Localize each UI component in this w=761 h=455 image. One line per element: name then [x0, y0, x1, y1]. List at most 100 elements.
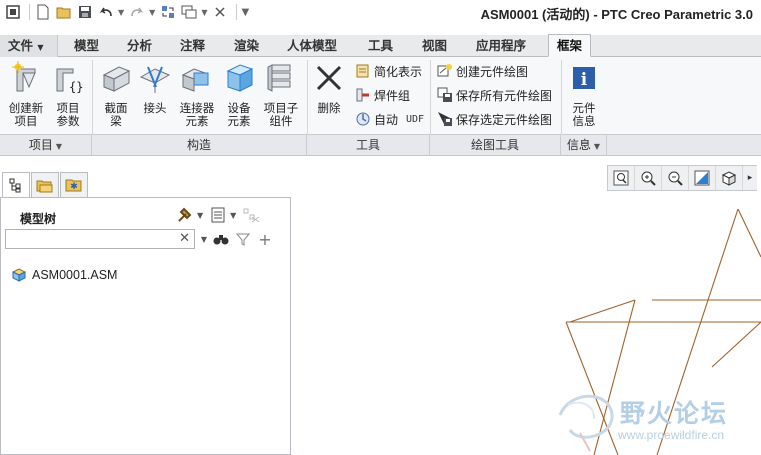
- tab-file[interactable]: 文件 ▼: [0, 35, 58, 57]
- assembly-icon: [12, 268, 26, 282]
- tab-folder-browser[interactable]: [31, 172, 59, 198]
- tree-columns-icon[interactable]: [207, 205, 229, 225]
- create-item-label: 项目: [14, 114, 38, 128]
- connector-icon: [181, 68, 209, 92]
- group-divider: [92, 60, 93, 135]
- tab-manikin[interactable]: 人体模型: [279, 35, 345, 57]
- tree-item-root[interactable]: ASM0001.ASM: [12, 266, 117, 284]
- favorites-icon: ✱: [65, 179, 82, 192]
- repaint-icon[interactable]: [689, 166, 716, 190]
- chevron-down-icon[interactable]: ▼: [230, 211, 236, 220]
- save-selected-drawings-label: 保存选定元件绘图: [456, 112, 553, 127]
- svg-text:✱: ✱: [70, 182, 78, 192]
- auto-udf-icon: [356, 112, 370, 126]
- undo-dropdown-icon[interactable]: ▼: [118, 8, 124, 17]
- datum-plane-edge: [711, 321, 761, 368]
- tab-applications[interactable]: 应用程序: [468, 35, 534, 57]
- app-menu-icon[interactable]: [4, 3, 22, 21]
- add-icon[interactable]: +: [254, 229, 276, 249]
- info-icon: i: [573, 67, 595, 90]
- joint-button[interactable]: 接头: [137, 59, 173, 115]
- chevron-down-icon[interactable]: ▼: [197, 211, 203, 220]
- view-toolbar-more-icon[interactable]: ▸: [743, 166, 757, 190]
- equipment-element-button[interactable]: 设备 元素: [220, 59, 258, 128]
- datum-plane-edge: [569, 299, 636, 323]
- redo-dropdown-icon[interactable]: ▼: [149, 8, 155, 17]
- delete-label: 删除: [317, 101, 341, 115]
- equipment-label: 元素: [227, 114, 251, 128]
- open-icon[interactable]: [55, 3, 73, 21]
- tab-tools[interactable]: 工具: [360, 35, 401, 57]
- save-icon[interactable]: [76, 3, 94, 21]
- item-subassembly-button[interactable]: 项目子 组件: [260, 59, 302, 128]
- udf-tag: UDF: [406, 113, 425, 125]
- chevron-down-icon: ▼: [593, 142, 601, 151]
- customize-toolbar-icon[interactable]: ▼: [241, 7, 249, 18]
- window-title: ASM0001 (活动的) - PTC Creo Parametric 3.0: [480, 7, 753, 22]
- auto-udf-label: 自动: [374, 112, 399, 127]
- ribbon-group-bar: 项目 ▼ 构造 工具 绘图工具 信息 ▼: [0, 135, 761, 156]
- tab-annotate[interactable]: 注释: [172, 35, 213, 57]
- regenerate-icon[interactable]: [159, 3, 177, 21]
- group-construct-label: 构造: [92, 135, 307, 156]
- simplify-rep-button[interactable]: 简化表示: [355, 61, 422, 81]
- zoom-out-icon[interactable]: [662, 166, 689, 190]
- tree-search-field[interactable]: ✕: [5, 229, 195, 249]
- tab-framework[interactable]: 框架: [548, 34, 592, 57]
- undo-icon[interactable]: [97, 3, 115, 21]
- create-component-drawing-button[interactable]: 创建元件绘图: [437, 61, 528, 81]
- watermark-url: www.proewildfire.cn: [618, 428, 725, 442]
- shading-cube-icon[interactable]: [716, 166, 743, 190]
- zoom-in-icon[interactable]: [635, 166, 662, 190]
- group-divider: [307, 60, 308, 135]
- new-icon[interactable]: [34, 3, 52, 21]
- windows-icon[interactable]: [180, 3, 198, 21]
- close-window-icon[interactable]: [211, 3, 229, 21]
- section-beam-label: 梁: [110, 114, 122, 128]
- chevron-down-icon: ▼: [55, 142, 63, 151]
- section-beam-icon: [102, 66, 131, 92]
- weld-group-icon: [356, 88, 369, 102]
- sub-item-label: 组件: [269, 114, 293, 128]
- section-beam-button[interactable]: 截面 梁: [97, 59, 135, 128]
- joint-icon: [139, 66, 171, 93]
- clear-icon[interactable]: ✕: [179, 231, 190, 246]
- tree-filter-disabled-icon[interactable]: [240, 205, 262, 225]
- save-all-drawings-button[interactable]: 保存所有元件绘图: [437, 85, 552, 105]
- component-info-button[interactable]: i 元件 信息: [565, 59, 603, 128]
- item-params-button[interactable]: {} 项目 参数: [50, 59, 86, 128]
- delete-button[interactable]: 删除: [311, 59, 347, 115]
- tab-render[interactable]: 渲染: [226, 35, 267, 57]
- delete-icon: [316, 65, 342, 91]
- tab-model[interactable]: 模型: [66, 35, 107, 57]
- group-item-label[interactable]: 项目 ▼: [0, 135, 92, 156]
- model-tree-title: 模型树: [20, 212, 57, 226]
- tab-view[interactable]: 视图: [414, 35, 455, 57]
- refit-icon[interactable]: [608, 166, 635, 190]
- create-new-item-button[interactable]: 创建新 项目: [4, 59, 48, 128]
- connector-element-button[interactable]: 连接器 元素: [176, 59, 218, 128]
- svg-text:i: i: [581, 70, 588, 90]
- tree-search-tools: ▼ +: [198, 229, 276, 249]
- save-selected-drawings-icon: [438, 112, 452, 126]
- group-info-label[interactable]: 信息 ▼: [561, 135, 607, 156]
- filter-icon[interactable]: [232, 229, 254, 249]
- chevron-down-icon[interactable]: ▼: [198, 229, 210, 249]
- save-all-drawings-label: 保存所有元件绘图: [456, 88, 553, 103]
- windows-dropdown-icon[interactable]: ▼: [201, 8, 207, 17]
- ribbon-panel: 创建新 项目 {} 项目 参数 截面 梁 接头 连接器 元素 设备 元素 项目子…: [0, 57, 761, 135]
- tab-model-tree[interactable]: [2, 172, 30, 198]
- title-bar: ▼ ▼ ▼ ▼ ASM0001 (活动的) - PTC Creo Paramet…: [0, 0, 761, 24]
- redo-icon[interactable]: [128, 3, 146, 21]
- watermark-text: 野火论坛: [620, 399, 729, 428]
- weld-group-button[interactable]: 焊件组: [355, 85, 410, 105]
- save-selected-drawings-button[interactable]: 保存选定元件绘图: [437, 109, 552, 129]
- find-binoculars-icon[interactable]: [210, 229, 232, 249]
- tab-favorites[interactable]: ✱: [60, 172, 88, 198]
- group-drawing-tools-label: 绘图工具: [430, 135, 561, 156]
- tab-analysis[interactable]: 分析: [119, 35, 160, 57]
- navigator-tabs: ✱: [0, 170, 291, 198]
- auto-udf-button[interactable]: 自动 UDF: [355, 109, 424, 129]
- tree-settings-icon[interactable]: [174, 205, 196, 225]
- tree-search-input[interactable]: [6, 230, 176, 248]
